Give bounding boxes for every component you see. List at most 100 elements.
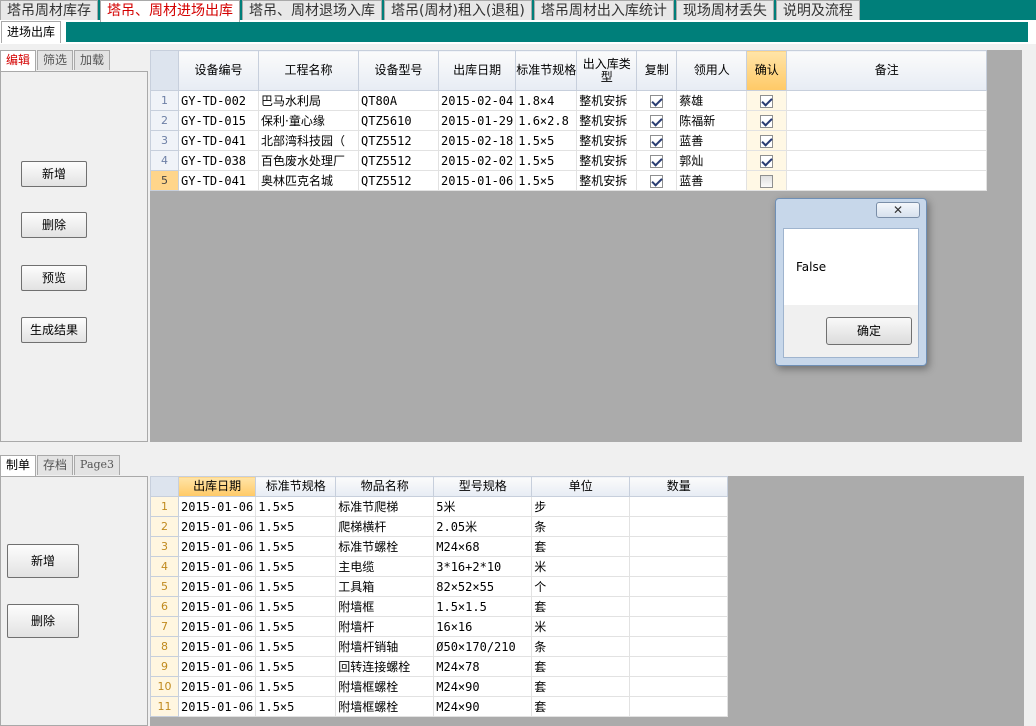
tab-exit-inbound[interactable]: 塔吊、周材退场入库 [242, 0, 382, 20]
cell-confirm[interactable] [746, 150, 788, 171]
row-number[interactable]: 3 [150, 536, 179, 557]
col-header[interactable]: 出库日期 [437, 50, 517, 91]
tab-site-material-lost[interactable]: 现场周材丢失 [675, 0, 774, 20]
cell-copy[interactable] [636, 170, 678, 191]
table-row[interactable]: 5 GY-TD-041 奥林匹克名城 QTZ5512 2015-01-06 1.5×5 整机… [150, 170, 988, 191]
tab-edit[interactable]: 编辑 [0, 50, 37, 72]
cell-project-name[interactable]: 奥林匹克名城 [258, 170, 359, 191]
tab-filter[interactable]: 筛选 [37, 50, 74, 70]
cell-outbound-date[interactable]: 2015-01-06 [437, 170, 517, 191]
col-header[interactable]: 型号规格 [433, 476, 533, 497]
cell-quantity[interactable] [629, 536, 729, 557]
confirm-checkbox[interactable] [760, 134, 774, 148]
table-row[interactable]: 6 2015-01-06 1.5×5 附墙框 1.5×1.5 套 [150, 596, 729, 617]
cell-model-spec[interactable]: M24×78 [433, 656, 533, 677]
generate-result-button[interactable]: 生成结果 [21, 317, 87, 343]
cell-item-name[interactable]: 主电缆 [335, 556, 435, 577]
cell-unit[interactable]: 套 [531, 676, 631, 697]
cell-section-spec[interactable]: 1.5×5 [255, 596, 337, 617]
cell-item-name[interactable]: 附墙框 [335, 596, 435, 617]
col-header[interactable]: 设备编号 [178, 50, 259, 91]
cell-model-spec[interactable]: M24×90 [433, 676, 533, 697]
cell-outbound-date[interactable]: 2015-02-04 [437, 90, 517, 111]
cell-quantity[interactable] [629, 636, 729, 657]
copy-checkbox[interactable] [650, 154, 664, 168]
cell-outbound-date[interactable]: 2015-01-06 [177, 596, 257, 617]
cell-unit[interactable]: 步 [531, 496, 631, 517]
select-all-corner[interactable] [150, 50, 179, 91]
cell-project-name[interactable]: 北部湾科技园（ [258, 130, 359, 151]
row-number[interactable]: 2 [150, 516, 179, 537]
cell-project-name[interactable]: 保利·童心缘 [258, 110, 359, 131]
cell-item-name[interactable]: 标准节爬梯 [335, 496, 435, 517]
tab-entry-outbound[interactable]: 塔吊、周材进场出库 [100, 0, 240, 22]
cell-model-spec[interactable]: M24×90 [433, 696, 533, 717]
cell-copy[interactable] [636, 150, 678, 171]
copy-checkbox[interactable] [650, 174, 664, 188]
row-number[interactable]: 9 [150, 656, 179, 677]
cell-unit[interactable]: 套 [531, 656, 631, 677]
cell-model-spec[interactable]: Ø50×170/210 [433, 636, 533, 657]
row-number[interactable]: 4 [150, 556, 179, 577]
tab-archive[interactable]: 存档 [37, 455, 74, 475]
table-row[interactable]: 1 2015-01-06 1.5×5 标准节爬梯 5米步 [150, 496, 729, 517]
cell-confirm[interactable] [746, 130, 788, 151]
cell-section-spec[interactable]: 1.5×5 [255, 536, 337, 557]
row-number[interactable]: 2 [150, 110, 179, 131]
row-number[interactable]: 4 [150, 150, 179, 171]
cell-model-spec[interactable]: 16×16 [433, 616, 533, 637]
cell-model-spec[interactable]: 82×52×55 [433, 576, 533, 597]
cell-outbound-date[interactable]: 2015-01-06 [177, 616, 257, 637]
cell-outbound-date[interactable]: 2015-01-06 [177, 516, 257, 537]
col-header[interactable]: 复制 [636, 50, 678, 91]
cell-section-spec[interactable]: 1.5×5 [255, 636, 337, 657]
col-header-confirm[interactable]: 确认 [746, 50, 788, 91]
cell-equipment-model[interactable]: QTZ5512 [358, 150, 439, 171]
col-header[interactable]: 工程名称 [258, 50, 359, 91]
cell-section-spec[interactable]: 1.5×5 [255, 576, 337, 597]
col-header[interactable]: 标准节规格 [255, 476, 337, 497]
cell-inout-type[interactable]: 整机安拆 [576, 110, 638, 131]
cell-copy[interactable] [636, 90, 678, 111]
cell-equipment-model[interactable]: QTZ5512 [358, 170, 439, 191]
cell-note[interactable] [786, 110, 988, 131]
cell-item-name[interactable]: 附墙杆销轴 [335, 636, 435, 657]
cell-copy[interactable] [636, 110, 678, 131]
cell-section-spec[interactable]: 1.8×4 [515, 90, 578, 111]
cell-confirm[interactable] [746, 110, 788, 131]
cell-unit[interactable]: 套 [531, 696, 631, 717]
row-number[interactable]: 5 [150, 170, 179, 191]
cell-model-spec[interactable]: 3*16+2*10 [433, 556, 533, 577]
table-row[interactable]: 3 GY-TD-041 北部湾科技园（ QTZ5512 2015-02-18 1.5×5 整… [150, 130, 988, 151]
confirm-checkbox[interactable] [760, 154, 774, 168]
cell-model-spec[interactable]: 5米 [433, 496, 533, 517]
cell-outbound-date[interactable]: 2015-01-06 [177, 496, 257, 517]
cell-project-name[interactable]: 巴马水利局 [258, 90, 359, 111]
confirm-checkbox[interactable] [760, 174, 774, 188]
close-icon[interactable]: ✕ [876, 202, 920, 218]
cell-equipment-model[interactable]: QTZ5610 [358, 110, 439, 131]
cell-quantity[interactable] [629, 616, 729, 637]
cell-unit[interactable]: 个 [531, 576, 631, 597]
delete-item-button[interactable]: 删除 [7, 604, 79, 638]
cell-model-spec[interactable]: 2.05米 [433, 516, 533, 537]
table-row[interactable]: 8 2015-01-06 1.5×5 附墙杆销轴 Ø50×170/210 条 [150, 636, 729, 657]
cell-equipment-model[interactable]: QT80A [358, 90, 439, 111]
cell-outbound-date[interactable]: 2015-01-29 [437, 110, 517, 131]
row-number[interactable]: 6 [150, 596, 179, 617]
cell-section-spec[interactable]: 1.6×2.8 [515, 110, 578, 131]
cell-outbound-date[interactable]: 2015-01-06 [177, 656, 257, 677]
cell-section-spec[interactable]: 1.5×5 [255, 656, 337, 677]
cell-unit[interactable]: 米 [531, 616, 631, 637]
cell-item-name[interactable]: 附墙框螺栓 [335, 676, 435, 697]
table-row[interactable]: 11 2015-01-06 1.5×5 附墙框螺栓 M24×90 套 [150, 696, 729, 717]
cell-model-spec[interactable]: 1.5×1.5 [433, 596, 533, 617]
copy-checkbox[interactable] [650, 94, 664, 108]
tab-load[interactable]: 加载 [74, 50, 111, 70]
cell-outbound-date[interactable]: 2015-01-06 [177, 696, 257, 717]
col-header[interactable]: 设备型号 [358, 50, 439, 91]
cell-outbound-date[interactable]: 2015-02-18 [437, 130, 517, 151]
cell-confirm[interactable] [746, 170, 788, 191]
select-all-corner[interactable] [150, 476, 179, 497]
cell-outbound-date[interactable]: 2015-01-06 [177, 636, 257, 657]
